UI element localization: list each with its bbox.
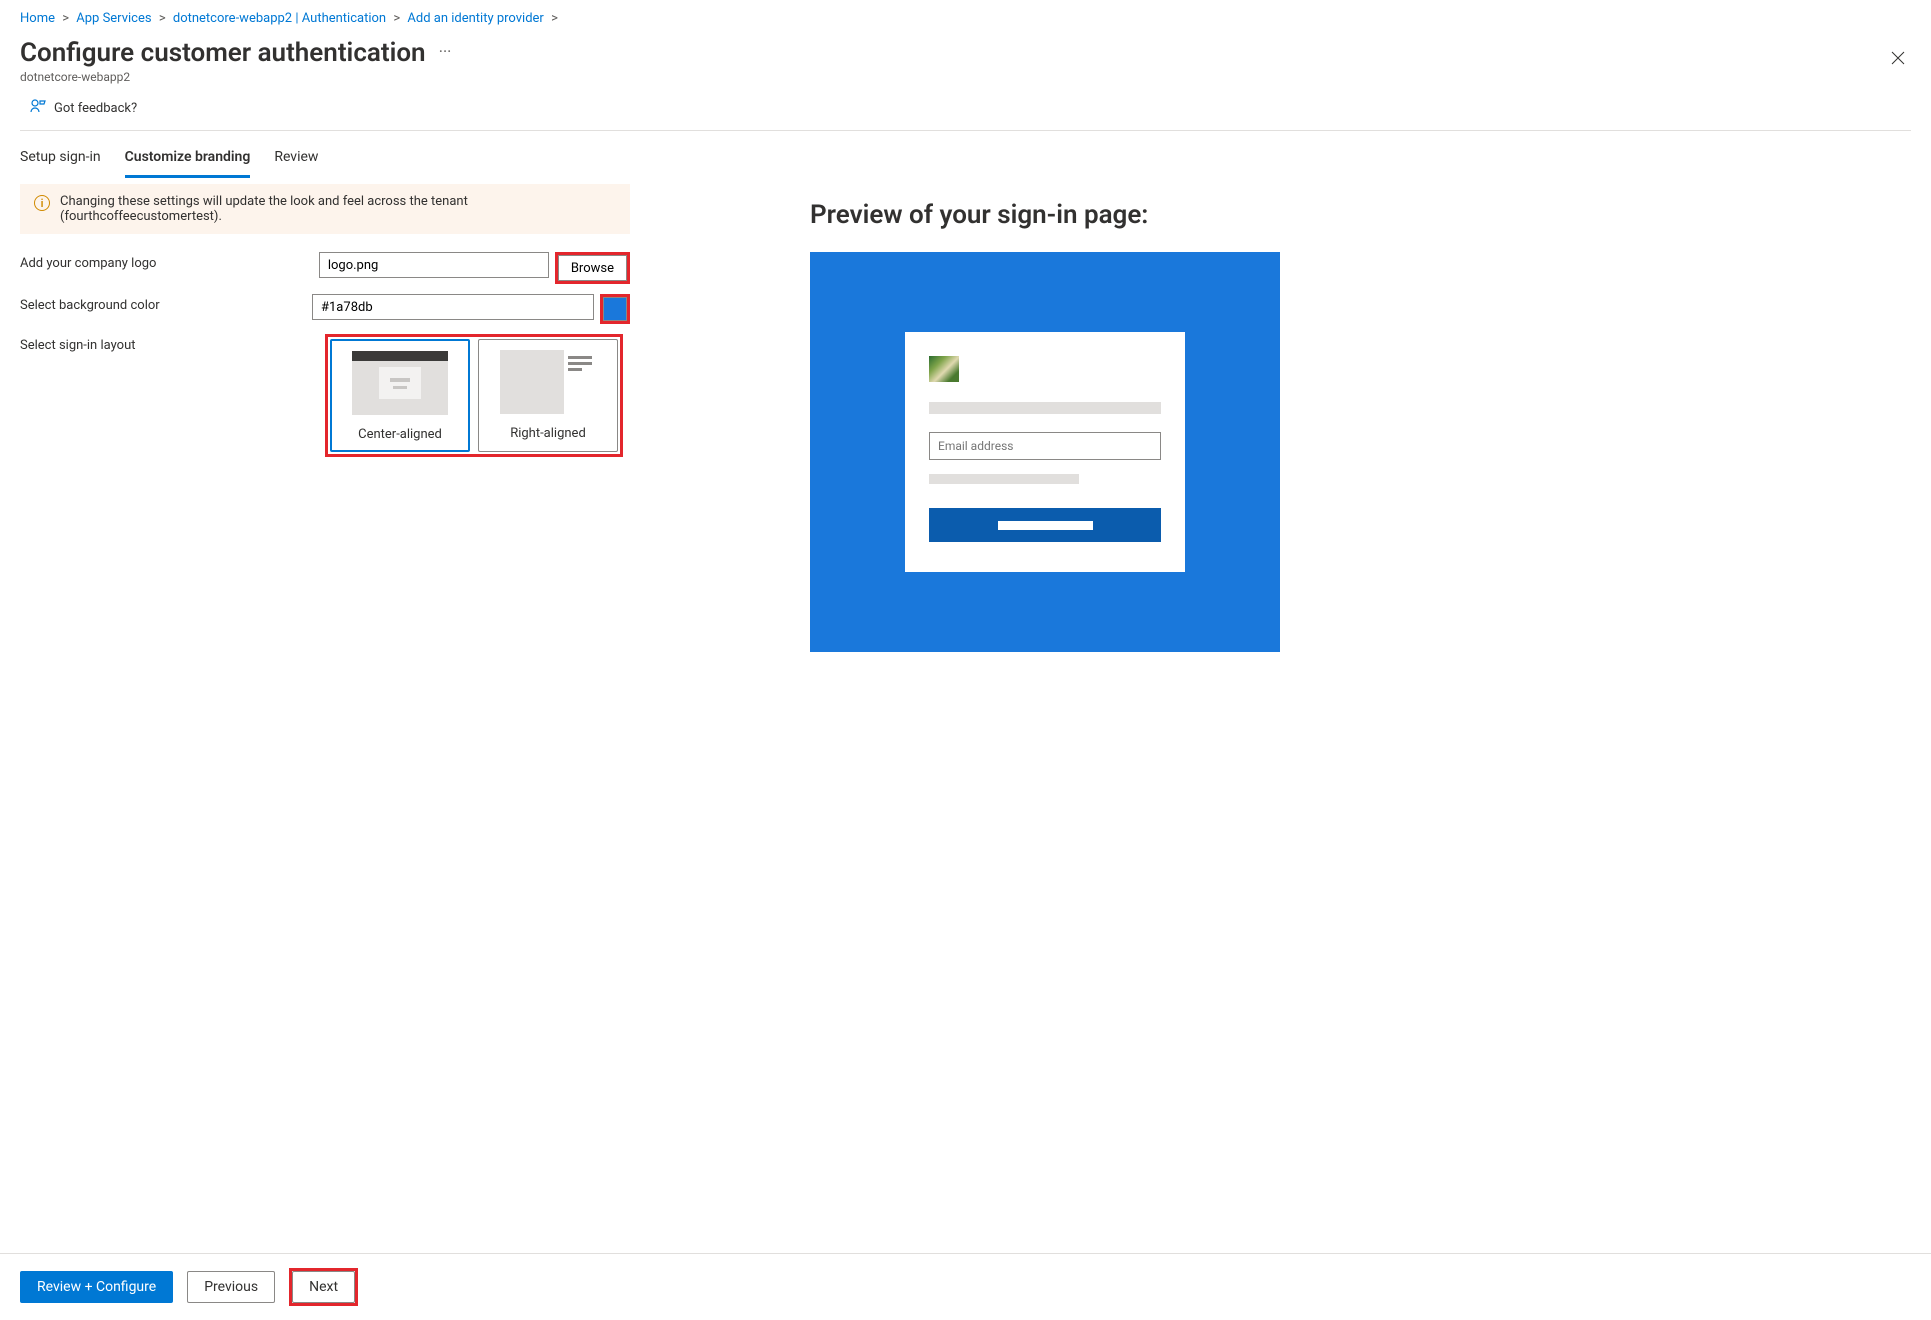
feedback-icon xyxy=(30,98,46,118)
signin-text-placeholder xyxy=(929,474,1079,484)
feedback-link[interactable]: Got feedback? xyxy=(20,84,1911,131)
page-subtitle: dotnetcore-webapp2 xyxy=(20,70,451,84)
footer-bar: Review + Configure Previous Next xyxy=(0,1253,1931,1320)
tab-review[interactable]: Review xyxy=(274,143,318,178)
layout-option-center[interactable]: Center-aligned xyxy=(330,339,470,452)
logo-label: Add your company logo xyxy=(20,252,319,271)
close-icon[interactable] xyxy=(1885,43,1911,76)
layout-caption-center: Center-aligned xyxy=(358,427,442,442)
info-icon: i xyxy=(34,195,50,211)
form-column: i Changing these settings will update th… xyxy=(20,184,630,467)
page-title: Configure customer authentication xyxy=(20,38,426,68)
highlight-next: Next xyxy=(289,1268,358,1306)
signin-email-input[interactable] xyxy=(929,432,1161,460)
breadcrumb-link-add-identity-provider[interactable]: Add an identity provider xyxy=(407,11,543,26)
more-icon[interactable]: ··· xyxy=(439,42,452,61)
layout-option-right[interactable]: Right-aligned xyxy=(478,339,618,452)
chevron-right-icon: > xyxy=(393,11,400,26)
page-header: Configure customer authentication ··· do… xyxy=(20,34,1911,84)
layout-label: Select sign-in layout xyxy=(20,334,325,353)
breadcrumb: Home > App Services > dotnetcore-webapp2… xyxy=(20,5,1911,34)
logo-input[interactable] xyxy=(319,252,549,278)
previous-button[interactable]: Previous xyxy=(187,1271,275,1303)
breadcrumb-link-home[interactable]: Home xyxy=(20,11,55,26)
layout-thumb-center xyxy=(352,351,448,415)
layout-caption-right: Right-aligned xyxy=(510,426,586,441)
highlight-swatch xyxy=(600,294,630,324)
color-swatch[interactable] xyxy=(603,297,627,321)
tab-setup-sign-in[interactable]: Setup sign-in xyxy=(20,143,101,178)
signin-submit-label-placeholder xyxy=(998,521,1093,530)
info-banner-text: Changing these settings will update the … xyxy=(60,194,616,224)
preview-title: Preview of your sign-in page: xyxy=(810,200,1911,230)
preview-canvas xyxy=(810,252,1280,652)
breadcrumb-link-app-services[interactable]: App Services xyxy=(76,11,151,26)
highlight-layout: Center-aligned Right-aligned xyxy=(325,334,623,457)
signin-heading-placeholder xyxy=(929,402,1161,414)
tab-customize-branding[interactable]: Customize branding xyxy=(125,143,251,178)
tab-bar: Setup sign-in Customize branding Review xyxy=(20,133,1911,178)
bg-color-input[interactable] xyxy=(312,294,594,320)
info-banner: i Changing these settings will update th… xyxy=(20,184,630,234)
layout-thumb-right xyxy=(500,350,596,414)
breadcrumb-link-authentication[interactable]: dotnetcore-webapp2 | Authentication xyxy=(173,11,386,26)
signin-logo-image xyxy=(929,356,959,382)
highlight-browse: Browse xyxy=(555,252,630,284)
feedback-label: Got feedback? xyxy=(54,101,137,116)
chevron-right-icon: > xyxy=(159,11,166,26)
review-configure-button[interactable]: Review + Configure xyxy=(20,1271,173,1303)
next-button[interactable]: Next xyxy=(292,1271,355,1303)
chevron-right-icon: > xyxy=(551,11,558,26)
signin-card xyxy=(905,332,1185,572)
preview-column: Preview of your sign-in page: xyxy=(670,184,1911,652)
signin-submit-button[interactable] xyxy=(929,508,1161,542)
chevron-right-icon: > xyxy=(62,11,69,26)
bg-color-label: Select background color xyxy=(20,294,312,313)
browse-button[interactable]: Browse xyxy=(558,255,627,281)
